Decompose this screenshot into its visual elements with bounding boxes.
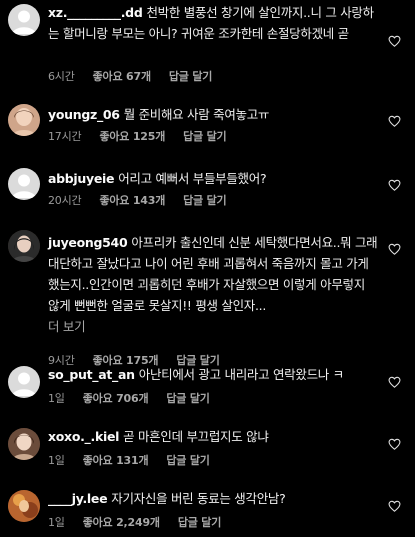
default-avatar-icon[interactable]: [8, 168, 40, 200]
comment-body: abbjuyeie 어리고 예뻐서 부들부들했어?: [48, 168, 378, 189]
comment-body: juyeong540 아프리카 출신인데 신분 세탁했다면서요..뭐 그래 대단하…: [48, 232, 378, 337]
comment-body: ____jy.lee 자기자신을 버린 동료는 생각안남?: [48, 488, 378, 509]
comment-time: 1일: [48, 516, 65, 529]
reply-button[interactable]: 답글 달기: [183, 130, 227, 143]
comment-body: xoxo._.kiel 곧 마흔인데 부끄럽지도 않냐: [48, 426, 378, 447]
reply-button[interactable]: 답글 달기: [166, 454, 210, 467]
default-avatar-icon[interactable]: [8, 366, 40, 398]
likes-count[interactable]: 좋아요 706개: [83, 392, 149, 405]
avatar[interactable]: [8, 490, 40, 522]
comment-username[interactable]: juyeong540: [48, 235, 128, 250]
heart-outline-icon[interactable]: [388, 179, 401, 191]
comment-text: 자기자신을 버린 동료는 생각안남?: [111, 491, 286, 506]
reply-button[interactable]: 답글 달기: [169, 70, 213, 83]
comment-text: 아난티에서 광고 내리라고 연락왔드나 ㅋ: [138, 367, 344, 382]
likes-count[interactable]: 좋아요 131개: [83, 454, 149, 467]
comment-meta: 20시간 좋아요 143개 답글 달기: [48, 192, 244, 208]
comment-time: 1일: [48, 392, 65, 405]
likes-count[interactable]: 좋아요 125개: [99, 130, 165, 143]
comment-text: 곧 마흔인데 부끄럽지도 않냐: [123, 429, 269, 444]
comment-username[interactable]: ____jy.lee: [48, 491, 108, 506]
heart-outline-icon[interactable]: [388, 376, 401, 388]
comment-meta: 6시간 좋아요 67개 답글 달기: [48, 68, 230, 84]
comment-meta: 1일 좋아요 131개 답글 달기: [48, 452, 228, 468]
comment-body: so_put_at_an 아난티에서 광고 내리라고 연락왔드나 ㅋ: [48, 364, 378, 385]
comment-username[interactable]: abbjuyeie: [48, 171, 115, 186]
likes-count[interactable]: 좋아요 67개: [93, 70, 151, 83]
heart-outline-icon[interactable]: [388, 438, 401, 450]
comment-body: xz._________.dd 천박한 별풍선 창기에 살인까지..니 그 사랑하…: [48, 2, 378, 44]
avatar[interactable]: [8, 428, 40, 460]
comment-time: 6시간: [48, 70, 75, 83]
comment-time: 20시간: [48, 194, 82, 207]
reply-button[interactable]: 답글 달기: [183, 194, 227, 207]
heart-outline-icon[interactable]: [388, 500, 401, 512]
comment-username[interactable]: youngz_06: [48, 107, 120, 122]
reply-button[interactable]: 답글 달기: [166, 392, 210, 405]
heart-outline-icon[interactable]: [388, 35, 401, 47]
comment-username[interactable]: so_put_at_an: [48, 367, 135, 382]
comment-meta: 1일 좋아요 706개 답글 달기: [48, 390, 228, 406]
default-avatar-icon[interactable]: [8, 4, 40, 36]
comment-time: 17시간: [48, 130, 82, 143]
see-more-button[interactable]: 더 보기: [48, 316, 378, 337]
comment-username[interactable]: xoxo._.kiel: [48, 429, 119, 444]
comment-meta: 1일 좋아요 2,249개 답글 달기: [48, 514, 239, 530]
reply-button[interactable]: 답글 달기: [178, 516, 222, 529]
comment-meta: 17시간 좋아요 125개 답글 달기: [48, 128, 244, 144]
likes-count[interactable]: 좋아요 2,249개: [83, 516, 160, 529]
heart-outline-icon[interactable]: [388, 115, 401, 127]
avatar[interactable]: [8, 104, 40, 136]
comment-text: 어리고 예뻐서 부들부들했어?: [118, 171, 267, 186]
avatar[interactable]: [8, 230, 40, 262]
comment-text: 뭘 준비해요 사람 죽여놓고ㅠ: [123, 107, 270, 122]
heart-outline-icon[interactable]: [388, 243, 401, 255]
likes-count[interactable]: 좋아요 143개: [99, 194, 165, 207]
comment-time: 1일: [48, 454, 65, 467]
comment-body: youngz_06 뭘 준비해요 사람 죽여놓고ㅠ: [48, 104, 378, 125]
comment-username[interactable]: xz._________.dd: [48, 5, 143, 20]
